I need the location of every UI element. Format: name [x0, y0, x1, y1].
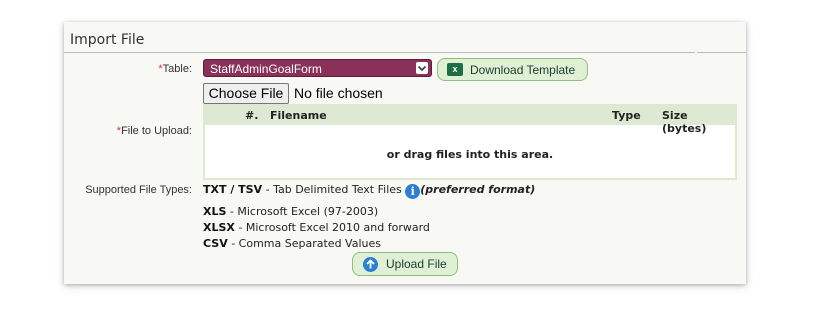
info-icon[interactable]: i — [405, 184, 421, 199]
title-divider-right — [697, 52, 746, 53]
file-type-desc: - Microsoft Excel (97-2003) — [226, 205, 379, 218]
choose-file-button[interactable]: Choose File — [203, 83, 289, 104]
supported-types-label: Supported File Types: — [85, 184, 192, 196]
file-grid-header: #. Filename Type Size (bytes) — [205, 106, 735, 135]
table-label-text: Table: — [162, 63, 192, 75]
file-drop-zone[interactable]: #. Filename Type Size (bytes) or drag fi… — [203, 104, 737, 180]
file-type-format: TXT / TSV — [203, 183, 263, 196]
excel-icon: x — [447, 63, 463, 76]
file-type-item: TXT / TSV - Tab Delimited Text Files i (p… — [203, 183, 535, 199]
table-select[interactable]: StaffAdminGoalForm — [203, 59, 432, 77]
upload-arrow-icon — [363, 257, 378, 272]
file-type-desc: - Microsoft Excel 2010 and forward — [234, 221, 430, 234]
drop-message: or drag files into this area. — [386, 148, 554, 161]
title-divider — [64, 52, 695, 53]
file-status: No file chosen — [294, 85, 383, 101]
panel-title: Import File — [70, 32, 145, 48]
table-select-value: StaffAdminGoalForm — [210, 62, 322, 76]
preferred-format-note: (preferred format) — [420, 183, 536, 196]
file-type-format: CSV — [203, 237, 228, 250]
file-type-format: XLSX — [203, 221, 235, 234]
file-type-desc: - Tab Delimited Text Files — [262, 183, 406, 196]
file-type-item: XLSX - Microsoft Excel 2010 and forward — [203, 221, 430, 234]
upload-file-label: Upload File — [386, 257, 447, 271]
file-label-text: File to Upload: — [121, 125, 192, 137]
import-file-panel: Import File *Table: StaffAdminGoalForm x… — [64, 22, 746, 284]
download-template-button[interactable]: x Download Template — [437, 58, 588, 81]
column-header-filename: Filename — [270, 109, 327, 122]
file-type-desc: - Comma Separated Values — [227, 237, 381, 250]
download-template-label: Download Template — [470, 63, 576, 77]
upload-file-button[interactable]: Upload File — [352, 252, 458, 276]
table-label: *Table: — [64, 63, 192, 75]
file-type-item: CSV - Comma Separated Values — [203, 237, 381, 250]
file-type-item: XLS - Microsoft Excel (97-2003) — [203, 205, 378, 218]
column-header-type: Type — [612, 109, 641, 122]
column-header-number: #. — [245, 109, 259, 122]
file-type-format: XLS — [203, 205, 227, 218]
column-header-size: Size (bytes) — [662, 109, 707, 135]
file-label: *File to Upload: — [64, 125, 192, 137]
chevron-down-icon — [416, 62, 428, 74]
